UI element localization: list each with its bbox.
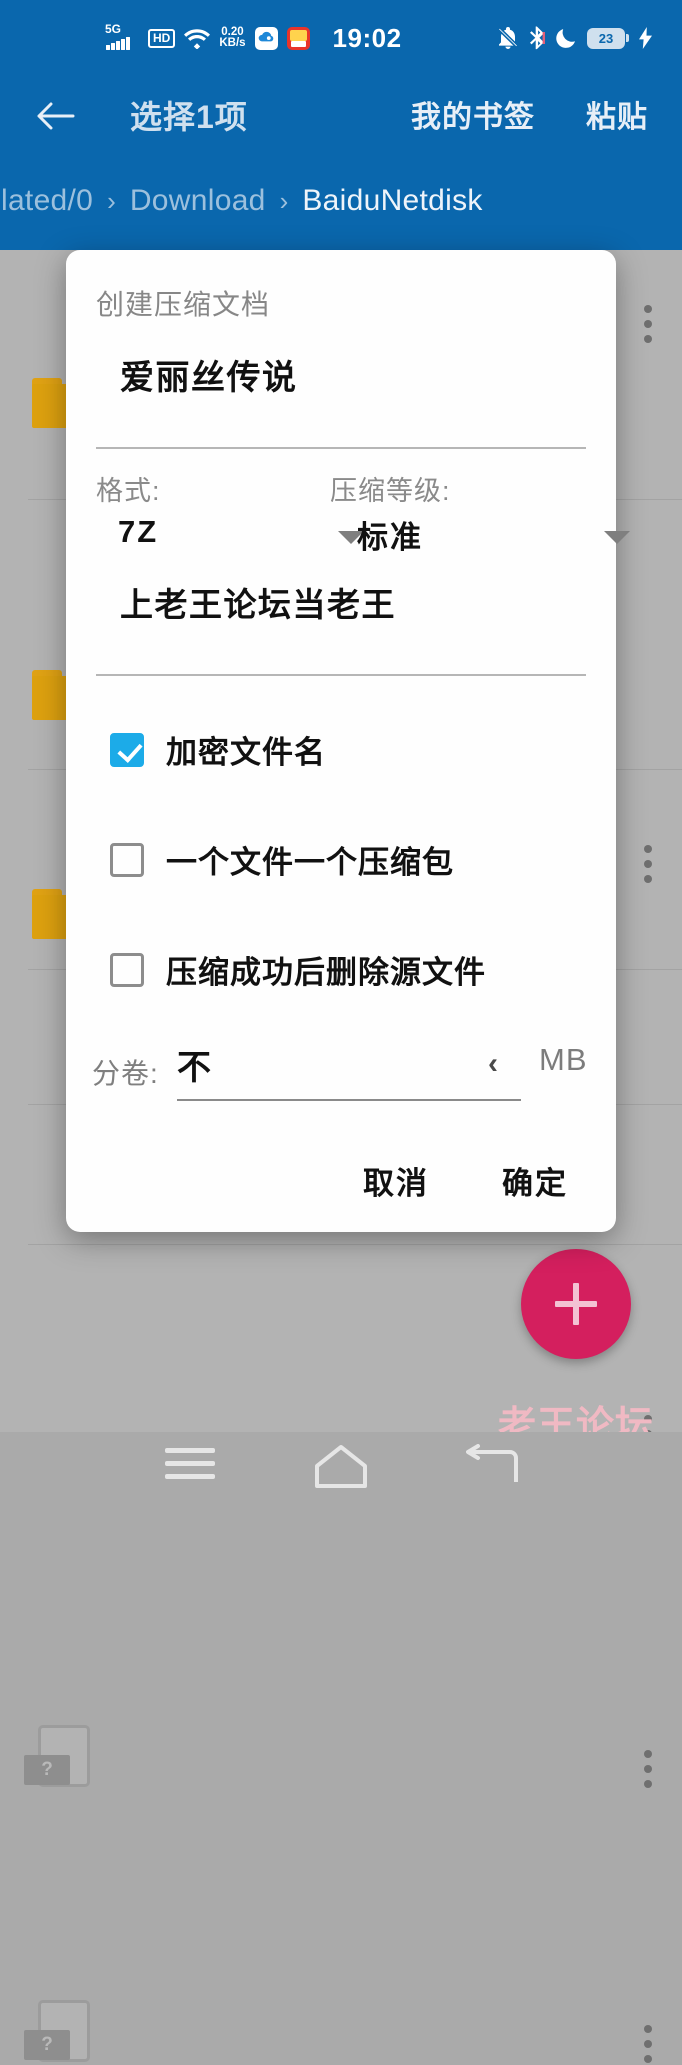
paste-button[interactable]: 粘贴 xyxy=(586,92,648,136)
breadcrumb-item-0[interactable]: ulated/0 xyxy=(0,184,93,218)
more-vertical-icon[interactable] xyxy=(644,305,652,345)
cancel-button[interactable]: 取消 xyxy=(363,1158,429,1203)
data-rate-unit: KB/s xyxy=(219,37,246,49)
battery-percent-label: 23 xyxy=(598,30,614,46)
format-label: 格式: xyxy=(96,476,161,506)
network-type-label: 5G xyxy=(105,22,122,36)
moon-do-not-disturb-icon xyxy=(556,29,575,48)
file-type-badge: ? xyxy=(24,2030,70,2060)
split-volume-label: 分卷: xyxy=(92,1058,159,1089)
checkbox-label: 一个文件一个压缩包 xyxy=(166,845,454,880)
signal-bars-icon: 5G xyxy=(105,22,139,51)
file-type-badge: ? xyxy=(24,1755,70,1785)
add-fab-button[interactable] xyxy=(521,1249,631,1359)
checkbox-label: 压缩成功后删除源文件 xyxy=(166,955,486,990)
battery-indicator: 23 xyxy=(587,27,629,49)
charging-bolt-icon xyxy=(639,27,652,49)
checkbox-label: 加密文件名 xyxy=(166,735,326,770)
split-volume-underline xyxy=(177,1099,521,1101)
checkbox-one-archive-per-file[interactable]: 一个文件一个压缩包 xyxy=(110,837,454,882)
password-underline xyxy=(96,674,586,676)
bluetooth-icon xyxy=(530,26,545,50)
checkbox-delete-source-after-success[interactable]: 压缩成功后删除源文件 xyxy=(110,947,486,992)
data-rate-indicator: 0.20 KB/s xyxy=(219,26,246,50)
checkbox-checked-icon[interactable] xyxy=(110,732,144,767)
confirm-button[interactable]: 确定 xyxy=(502,1158,568,1203)
hd-icon: HD xyxy=(148,28,176,48)
home-icon[interactable] xyxy=(313,1442,369,1490)
chevron-down-icon[interactable] xyxy=(604,531,630,544)
status-bar-clock: 19:02 xyxy=(332,22,402,53)
more-vertical-icon[interactable] xyxy=(644,2025,652,2065)
bell-muted-icon xyxy=(497,26,519,50)
split-volume-unit-label: MB xyxy=(539,1042,588,1077)
checkbox-unchecked-icon[interactable] xyxy=(110,842,144,877)
dialog-title: 创建压缩文档 xyxy=(96,289,271,320)
menu-recents-icon[interactable] xyxy=(165,1448,215,1484)
red-app-icon xyxy=(286,26,310,50)
system-nav-bar xyxy=(0,1432,682,1500)
status-bar-right-icons: 23 xyxy=(497,26,652,50)
checkbox-unchecked-icon[interactable] xyxy=(110,952,144,987)
back-arrow-icon[interactable] xyxy=(35,96,75,136)
status-bar-left-icons: 5G HD 0.20 KB/s xyxy=(105,22,310,51)
breadcrumb-separator: › xyxy=(107,185,116,216)
cloud-app-icon xyxy=(254,26,278,50)
app-bar: 选择1项 我的书签 粘贴 ulated/0 › Download › Baidu… xyxy=(0,76,682,250)
archive-name-input[interactable]: 爱丽丝传说 xyxy=(120,350,298,399)
plus-icon xyxy=(555,1283,597,1325)
password-input[interactable]: 上老王论坛当老王 xyxy=(120,578,396,626)
checkbox-encrypt-filenames[interactable]: 加密文件名 xyxy=(110,727,326,772)
split-volume-input[interactable]: 不 xyxy=(177,1040,211,1089)
more-vertical-icon[interactable] xyxy=(644,1750,652,1790)
create-archive-dialog: 创建压缩文档 爱丽丝传说 格式: 7Z 压缩等级: 标准 上老王论坛当老王 加密… xyxy=(66,250,630,1232)
breadcrumb: ulated/0 › Download › BaiduNetdisk xyxy=(0,171,682,231)
chevron-left-icon[interactable]: ‹ xyxy=(488,1047,498,1081)
breadcrumb-item-2[interactable]: BaiduNetdisk xyxy=(302,184,482,218)
wifi-icon xyxy=(184,29,211,49)
compression-level-label: 压缩等级: xyxy=(330,476,451,506)
format-select-value[interactable]: 7Z xyxy=(118,514,158,550)
compression-level-select-value[interactable]: 标准 xyxy=(357,512,423,557)
my-bookmarks-button[interactable]: 我的书签 xyxy=(411,92,535,136)
breadcrumb-separator: › xyxy=(279,185,289,216)
selection-title: 选择1项 xyxy=(130,99,248,135)
back-nav-icon[interactable] xyxy=(466,1444,520,1488)
archive-name-underline xyxy=(96,447,586,449)
breadcrumb-item-1[interactable]: Download xyxy=(130,184,266,218)
status-bar: 5G HD 0.20 KB/s 19:02 23 xyxy=(0,0,682,76)
